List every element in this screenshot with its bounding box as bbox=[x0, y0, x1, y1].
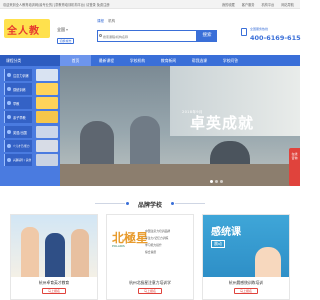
institution-platform-link[interactable]: 机构平台 bbox=[261, 3, 274, 7]
sidebar-thumbnail[interactable] bbox=[36, 69, 58, 81]
sidebar-item-label: 感统训练 bbox=[13, 87, 26, 92]
student-figure bbox=[71, 229, 89, 277]
sidebar-item-early-ed[interactable]: 早教 bbox=[4, 97, 32, 109]
brand-sub: POLARIS bbox=[112, 244, 125, 248]
banner-slogan: 卓英成就 bbox=[190, 114, 255, 132]
logo[interactable]: 全人教 bbox=[4, 19, 50, 38]
sidebar-item-label: 早教 bbox=[13, 101, 20, 106]
brand-title: 感统课 bbox=[211, 227, 241, 238]
sidebar-thumbnail[interactable] bbox=[36, 97, 58, 109]
sidebar-item-arts[interactable]: 少儿才艺/能力 bbox=[4, 140, 32, 152]
hotline-number: 400-6169-615 bbox=[250, 34, 301, 42]
sidebar-item-english[interactable]: 英语/出国 bbox=[4, 126, 32, 138]
sidebar-thumbnail[interactable] bbox=[36, 154, 58, 166]
sidebar-item-parent-child[interactable]: 亲子早教 bbox=[4, 111, 32, 123]
nav-item-latest-courses[interactable]: 最新课程 bbox=[91, 55, 122, 66]
school-card[interactable]: 杭州卓育英才教育 马上报名 bbox=[10, 214, 98, 300]
sidebar-item-sensory[interactable]: 感统训练 bbox=[4, 83, 32, 95]
search-box bbox=[97, 30, 197, 42]
school-card[interactable]: 感统课 晨动 杭州晨感统训练培训 马上报名 bbox=[202, 214, 290, 300]
enroll-button[interactable]: 马上报名 bbox=[234, 288, 258, 294]
switch-city-button[interactable]: 切换城市 bbox=[57, 38, 74, 44]
school-card[interactable]: 北極星 POLARIS 中国注意力培训品牌 专注力/记忆力训练 学习能力提升 综… bbox=[106, 214, 194, 300]
brand-sub: 晨动 bbox=[211, 240, 225, 248]
online-consult-label: 在线咨询 bbox=[291, 152, 298, 160]
school-name: 杭州北极星注意力培训学 bbox=[129, 280, 171, 285]
category-icon bbox=[7, 130, 11, 134]
ad-line: 学习能力提升 bbox=[145, 243, 162, 247]
hero-banner[interactable]: 2018年9月 卓英成就 bbox=[60, 66, 300, 186]
school-image bbox=[11, 215, 97, 277]
ad-line: 综合素质 bbox=[145, 250, 157, 254]
logo-text: 全人教 bbox=[7, 26, 40, 37]
category-menu-button[interactable]: 课程分类 bbox=[0, 55, 60, 66]
online-consult-button[interactable]: 在线咨询 bbox=[289, 148, 300, 186]
search-input[interactable] bbox=[103, 34, 183, 39]
main-nav: 课程分类 首页 最新课程 学校机构 教育新闻 帮我选课 学校问答 bbox=[0, 55, 300, 66]
site-nav-link[interactable]: 网站导航 bbox=[281, 3, 294, 7]
enroll-button[interactable]: 马上报名 bbox=[138, 288, 162, 294]
sidebar-item-label: 亲子早教 bbox=[13, 115, 26, 120]
chevron-down-icon: ▾ bbox=[66, 27, 69, 32]
carousel-dots bbox=[210, 180, 223, 183]
sidebar-thumbnail[interactable] bbox=[36, 111, 58, 123]
city-selector[interactable]: 全国▾ bbox=[57, 27, 68, 33]
sidebar-item-tutoring[interactable]: 兴趣辅导 / 其他 bbox=[4, 154, 32, 166]
category-icon bbox=[7, 73, 11, 77]
nav-item-qa[interactable]: 学校问答 bbox=[215, 55, 246, 66]
top-bar: 欢迎来到全人教育培训网(最专业的儿童教育培训机构平台) 请登录 免费注册 我的收… bbox=[0, 0, 300, 9]
child-figure bbox=[255, 247, 281, 277]
school-image: 感统课 晨动 bbox=[203, 215, 289, 277]
search-tab-course[interactable]: 课程 bbox=[97, 19, 104, 23]
enroll-button[interactable]: 马上报名 bbox=[42, 288, 66, 294]
search-tab-institution[interactable]: 机构 bbox=[108, 19, 115, 23]
category-icon bbox=[7, 158, 11, 162]
divider bbox=[175, 203, 205, 204]
school-image: 北極星 POLARIS 中国注意力培训品牌 专注力/记忆力训练 学习能力提升 综… bbox=[107, 215, 193, 277]
city-label: 全国 bbox=[57, 27, 65, 32]
welcome-text: 欢迎来到全人教育培训网(最专业的儿童教育培训机构平台) 请登录 免费注册 bbox=[3, 3, 110, 7]
search-icon bbox=[99, 34, 102, 37]
carousel-dot[interactable] bbox=[215, 180, 218, 183]
carousel-dot[interactable] bbox=[220, 180, 223, 183]
sidebar-item-attention[interactable]: 注意力训练 bbox=[4, 69, 32, 81]
sidebar-item-label: 兴趣辅导 / 其他 bbox=[13, 158, 32, 162]
sidebar-thumbnail[interactable] bbox=[36, 83, 58, 95]
student-figure bbox=[21, 227, 39, 277]
nav-item-news[interactable]: 教育新闻 bbox=[153, 55, 184, 66]
sidebar-item-label: 英语/出国 bbox=[13, 130, 27, 135]
hotline-label: 全国服务热线 bbox=[250, 27, 269, 31]
favorites-link[interactable]: 我的收藏 bbox=[222, 3, 235, 7]
phone-icon bbox=[241, 28, 247, 36]
category-icon bbox=[7, 101, 11, 105]
search-button[interactable]: 搜索 bbox=[197, 30, 217, 42]
sidebar-item-label: 注意力训练 bbox=[13, 73, 29, 78]
student-figure bbox=[45, 233, 65, 277]
carousel-dot[interactable] bbox=[210, 180, 213, 183]
category-icon bbox=[7, 144, 11, 148]
school-name: 杭州卓育英才教育 bbox=[38, 280, 70, 285]
category-sidebar: 注意力训练 感统训练 早教 亲子早教 英语/出国 少儿才艺/能力 兴趣辅导 / … bbox=[0, 66, 60, 186]
ad-line: 专注力/记忆力训练 bbox=[145, 236, 169, 240]
nav-item-home[interactable]: 首页 bbox=[60, 55, 91, 66]
nav-items: 首页 最新课程 学校机构 教育新闻 帮我选课 学校问答 bbox=[60, 55, 246, 66]
search-tabs: 课程 机构 bbox=[97, 19, 118, 24]
ad-line: 中国注意力培训品牌 bbox=[145, 229, 171, 233]
nav-item-schools[interactable]: 学校机构 bbox=[122, 55, 153, 66]
divider-dot bbox=[171, 202, 174, 205]
sidebar-thumbnail[interactable] bbox=[36, 140, 58, 152]
category-icon bbox=[7, 87, 11, 91]
sidebar-item-label: 少儿才艺/能力 bbox=[13, 144, 30, 148]
banner-desk bbox=[60, 164, 300, 186]
customer-service-link[interactable]: 客户服务 bbox=[242, 3, 255, 7]
category-icon bbox=[7, 115, 11, 119]
school-name: 杭州晨感统训练培训 bbox=[228, 280, 264, 285]
section-title: 品牌学校 bbox=[137, 202, 162, 209]
top-links: 我的收藏 客户服务 机构平台 网站导航 bbox=[216, 2, 294, 7]
sidebar-thumbnail[interactable] bbox=[36, 126, 58, 138]
nav-item-course-help[interactable]: 帮我选课 bbox=[184, 55, 215, 66]
